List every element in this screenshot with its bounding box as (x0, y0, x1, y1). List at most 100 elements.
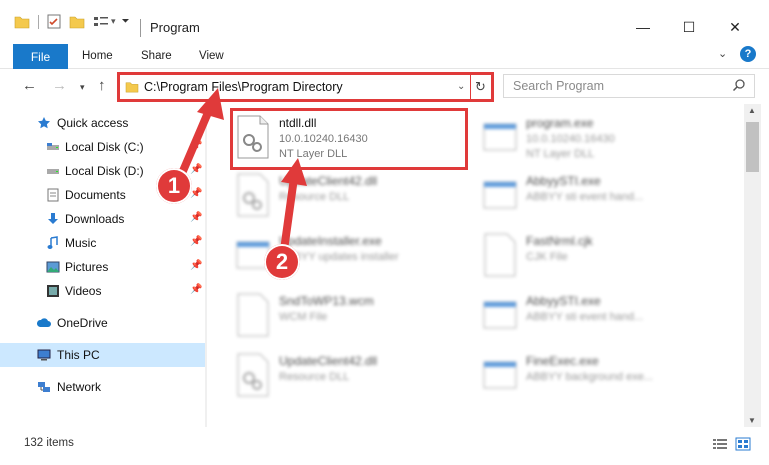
search-input[interactable]: Search Program (513, 79, 604, 93)
new-folder-icon[interactable] (69, 15, 85, 29)
dll-file-icon (237, 115, 269, 159)
details-view-icon[interactable] (712, 437, 728, 451)
pin-icon[interactable]: 📌 (190, 164, 202, 175)
sidebar-item-onedrive[interactable]: OneDrive (0, 311, 205, 335)
file-item[interactable]: SndToWP13.wcm WCM File (235, 288, 480, 344)
file-description: ABBYY sti event hand... (526, 191, 644, 203)
pin-icon[interactable]: 📌 (190, 212, 202, 223)
dll-file-icon (237, 173, 269, 217)
sidebar-item-label: Pictures (65, 260, 109, 274)
up-button[interactable]: ↑ (98, 77, 106, 94)
properties-icon[interactable] (47, 14, 61, 29)
scrollbar-thumb[interactable] (746, 122, 759, 172)
address-bar[interactable]: C:\Program Files\Program Directory ⌄ ↻ (117, 72, 494, 102)
forward-button[interactable]: → (52, 77, 67, 94)
quick-access-toolbar: ▾ ⏷ (14, 14, 130, 29)
pin-icon[interactable]: 📌 (190, 236, 202, 247)
file-item[interactable]: UpdateClient42.dll Resource DLL (235, 168, 480, 224)
file-description: ABBYY background exe... (526, 371, 653, 383)
window-title: Program (150, 20, 200, 35)
file-name: UpdateClient42.dll (279, 174, 378, 188)
callout-2: 2 (264, 244, 300, 280)
file-name: program.exe (526, 116, 594, 130)
file-item-ntdll[interactable]: ntdll.dll 10.0.10240.16430 NT Layer DLL (235, 110, 480, 166)
sidebar-item-music[interactable]: Music 📌 (0, 231, 205, 255)
expand-ribbon-icon[interactable]: ⌄ (718, 47, 727, 60)
sidebar-item-network[interactable]: Network (0, 375, 205, 399)
item-count: 132 items (24, 437, 74, 449)
file-icon (237, 293, 269, 337)
file-name: ntdll.dll (279, 116, 317, 130)
chevron-down-icon[interactable]: ▾ (111, 16, 116, 27)
exe-file-icon (483, 123, 517, 151)
pin-icon[interactable]: 📌 (190, 188, 202, 199)
tab-home[interactable]: Home (82, 50, 113, 62)
help-button[interactable]: ? (740, 46, 756, 62)
search-icon[interactable] (732, 78, 746, 92)
navigation-bar: ← → ▾ ↑ C:\Program Files\Program Directo… (0, 69, 769, 104)
chevron-down-icon[interactable]: ⌄ (457, 81, 465, 92)
sidebar-item-this-pc[interactable]: This PC (0, 343, 205, 367)
exe-file-icon (483, 181, 517, 209)
file-item[interactable]: program.exe 10.0.10240.16430 NT Layer DL… (482, 110, 727, 166)
customize-toolbar-icon[interactable]: ⏷ (122, 16, 130, 27)
refresh-icon[interactable]: ↻ (475, 79, 486, 95)
file-name: SndToWP13.wcm (279, 294, 374, 308)
sidebar-item-label: OneDrive (57, 316, 108, 330)
recent-locations-button[interactable]: ▾ (80, 82, 85, 93)
view-options-icon[interactable] (93, 15, 109, 29)
tiles-view-icon[interactable] (735, 437, 751, 451)
drive-icon (47, 143, 59, 150)
sidebar-item-downloads[interactable]: Downloads 📌 (0, 207, 205, 231)
sidebar-item-label: Downloads (65, 212, 125, 226)
folder-icon[interactable] (14, 15, 30, 29)
file-name: UpdateClient42.dll (279, 354, 378, 368)
file-name: AbbyySTI.exe (526, 174, 601, 188)
exe-file-icon (483, 301, 517, 329)
file-item[interactable]: AbbyySTI.exe ABBYY sti event hand... (482, 288, 727, 344)
minimize-button[interactable]: — (620, 12, 666, 42)
scroll-up-icon[interactable]: ▲ (748, 106, 756, 115)
file-description: ABBYY sti event hand... (526, 311, 644, 323)
callout-1: 1 (156, 168, 192, 204)
tab-file[interactable]: File (13, 44, 68, 69)
documents-icon (47, 188, 59, 202)
pin-icon[interactable]: 📌 (190, 260, 202, 271)
sidebar-item-pictures[interactable]: Pictures 📌 (0, 255, 205, 279)
sidebar-item-videos[interactable]: Videos 📌 (0, 279, 205, 303)
file-description: CJK File (526, 251, 568, 263)
tab-view[interactable]: View (199, 50, 224, 62)
file-description: Resource DLL (279, 371, 350, 383)
file-version: 10.0.10240.16430 (279, 133, 368, 145)
file-item[interactable]: FineExec.exe ABBYY background exe... (482, 348, 727, 404)
navigation-pane: Quick access Local Disk (C:) 📌 Local Dis… (0, 104, 207, 427)
pin-icon[interactable]: 📌 (190, 140, 202, 151)
file-name: AbbyySTI.exe (526, 294, 601, 308)
back-button[interactable]: ← (22, 77, 37, 94)
file-description: NT Layer DLL (279, 148, 348, 160)
file-item[interactable]: AbbyySTI.exe ABBYY sti event hand... (482, 168, 727, 224)
downloads-icon (48, 213, 58, 224)
address-divider (470, 75, 471, 99)
file-name: UpdateInstaller.exe (279, 234, 382, 248)
sidebar-item-label: Music (65, 236, 97, 250)
maximize-button[interactable]: ☐ (666, 12, 712, 42)
sidebar-item-label: Videos (65, 284, 102, 298)
scroll-down-icon[interactable]: ▼ (748, 416, 756, 425)
videos-icon (47, 285, 59, 297)
dll-file-icon (237, 353, 269, 397)
tab-share[interactable]: Share (141, 50, 172, 62)
search-box[interactable]: Search Program (503, 74, 755, 98)
file-description: WCM File (279, 311, 328, 323)
sidebar-item-quick-access[interactable]: Quick access (0, 111, 205, 135)
pin-icon[interactable]: 📌 (190, 284, 202, 295)
file-item[interactable]: FastNrml.cjk CJK File (482, 228, 727, 284)
sidebar-item-local-disk-c[interactable]: Local Disk (C:) 📌 (0, 135, 205, 159)
content-scrollbar[interactable]: ▲ ▼ (744, 104, 761, 427)
close-button[interactable]: ✕ (712, 12, 758, 42)
address-path[interactable]: C:\Program Files\Program Directory (144, 80, 343, 94)
file-description: NT Layer DLL (526, 148, 595, 160)
file-item[interactable]: UpdateClient42.dll Resource DLL (235, 348, 480, 404)
drive-icon (47, 169, 59, 174)
file-version: 10.0.10240.16430 (526, 133, 615, 145)
